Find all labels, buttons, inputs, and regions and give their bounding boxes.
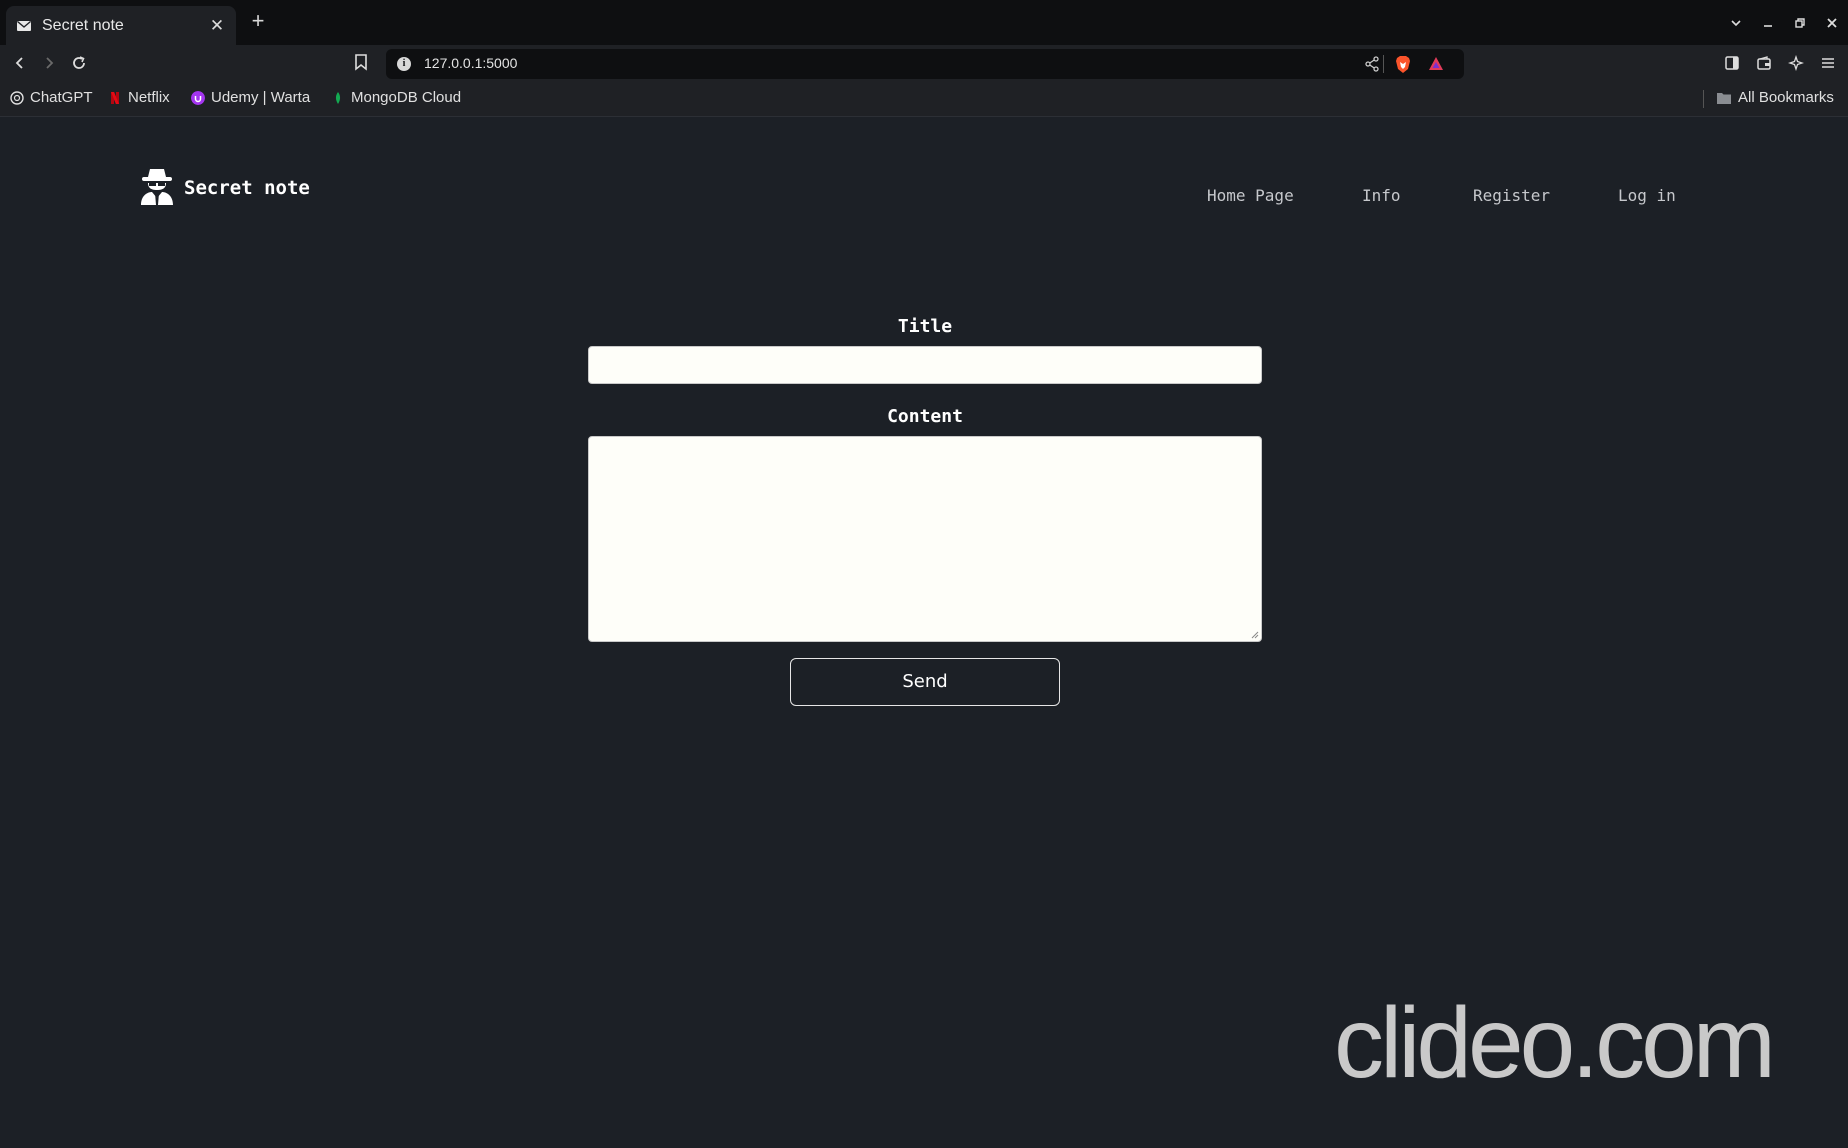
minimize-icon[interactable] [1752, 7, 1784, 39]
brave-rewards-icon[interactable] [1427, 55, 1445, 77]
udemy-icon [191, 90, 205, 105]
site-info-icon[interactable]: i [397, 57, 411, 71]
forward-icon[interactable] [37, 51, 61, 75]
new-tab-button[interactable]: + [247, 10, 269, 32]
netflix-icon [111, 91, 119, 104]
restore-icon[interactable] [1784, 7, 1816, 39]
bookmarks-bar: ChatGPT Netflix Udemy | Warta MongoDB Cl… [0, 81, 1848, 117]
sidebar-icon[interactable] [1720, 51, 1744, 75]
all-bookmarks-button[interactable]: All Bookmarks [1716, 89, 1834, 106]
close-window-icon[interactable] [1816, 7, 1848, 39]
title-input[interactable] [588, 346, 1262, 384]
browser-toolbar: i 127.0.0.1:5000 [0, 45, 1848, 81]
share-icon[interactable] [1364, 56, 1380, 76]
spy-icon [141, 169, 173, 205]
note-form: Title Content Send [588, 316, 1262, 706]
address-url[interactable]: 127.0.0.1:5000 [424, 55, 517, 71]
brand[interactable]: Secret note [138, 165, 310, 205]
browser-tab[interactable]: Secret note ✕ [6, 6, 236, 45]
page-content: Secret note Home Page Info Register Log … [0, 118, 1848, 1148]
reload-icon[interactable] [67, 51, 91, 75]
bookmark-label: ChatGPT [30, 89, 93, 106]
tab-search-icon[interactable] [1720, 7, 1752, 39]
bookmark-label: Netflix [128, 89, 170, 106]
nav-register[interactable]: Register [1473, 186, 1550, 205]
address-bar[interactable]: i 127.0.0.1:5000 [386, 49, 1464, 79]
envelope-icon [17, 20, 31, 31]
bookmark-udemy[interactable]: Udemy | Warta [191, 89, 310, 106]
content-label: Content [887, 406, 963, 427]
content-textarea[interactable] [588, 436, 1262, 642]
chatgpt-icon [10, 90, 24, 105]
brand-name: Secret note [184, 177, 310, 199]
menu-icon[interactable] [1816, 51, 1840, 75]
omnibox-divider [1383, 55, 1384, 73]
title-label: Title [897, 316, 953, 337]
bookmark-label: MongoDB Cloud [351, 89, 462, 106]
resize-handle-icon[interactable] [1251, 631, 1259, 639]
nav-home-page[interactable]: Home Page [1207, 186, 1294, 205]
browser-titlebar: Secret note ✕ + [0, 0, 1848, 45]
bookmarks-divider [1703, 90, 1704, 108]
send-button[interactable]: Send [790, 658, 1060, 706]
all-bookmarks-label: All Bookmarks [1738, 89, 1834, 106]
wallet-icon[interactable] [1752, 51, 1776, 75]
bookmark-netflix[interactable]: Netflix [108, 89, 170, 106]
bookmark-chatgpt[interactable]: ChatGPT [10, 89, 93, 106]
mongodb-icon [335, 91, 341, 104]
bookmark-mongodb[interactable]: MongoDB Cloud [331, 89, 461, 106]
nav-info[interactable]: Info [1362, 186, 1401, 205]
tab-close-icon[interactable]: ✕ [208, 16, 226, 36]
bookmark-page-icon[interactable] [354, 53, 368, 75]
leo-ai-icon[interactable] [1784, 51, 1808, 75]
tab-title: Secret note [42, 16, 124, 34]
brave-shields-icon[interactable] [1394, 55, 1412, 78]
bookmark-label: Udemy | Warta [211, 89, 311, 106]
back-icon[interactable] [8, 51, 32, 75]
folder-icon [1717, 92, 1731, 104]
nav-log-in[interactable]: Log in [1618, 186, 1676, 205]
clideo-watermark: clideo.com [1334, 987, 1776, 1099]
